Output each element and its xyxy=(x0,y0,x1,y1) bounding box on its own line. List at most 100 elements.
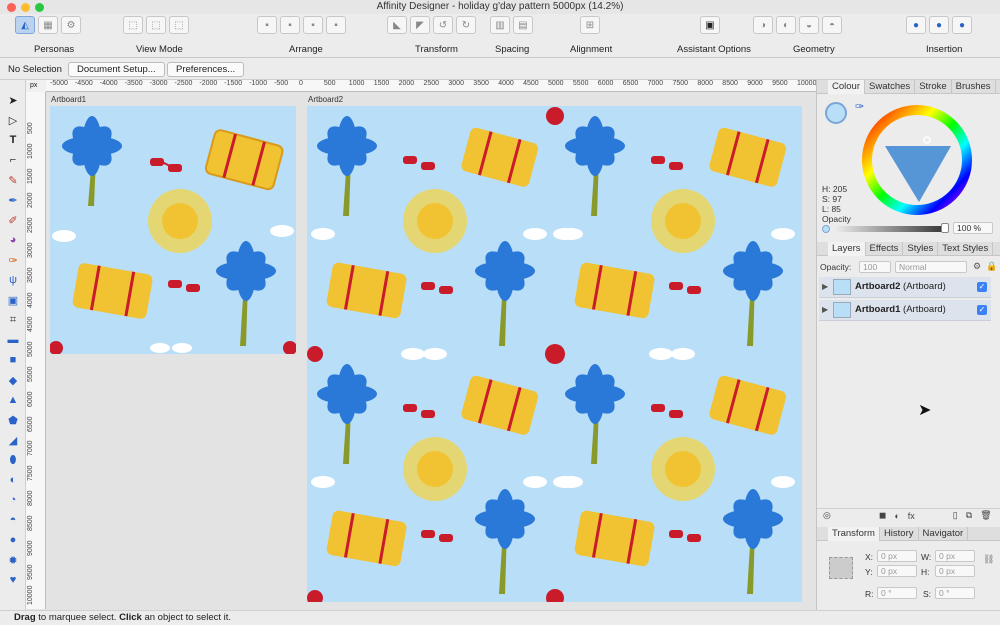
colour-wheel[interactable] xyxy=(861,104,973,216)
tab-styles[interactable]: Styles xyxy=(903,241,939,256)
corner-tool-icon[interactable]: ⌐ xyxy=(5,152,21,168)
layer-row-artboard2[interactable]: ▶ Artboard2 (Artboard) ✓ xyxy=(819,277,991,298)
transparency-tool-icon[interactable]: ψ xyxy=(5,272,21,288)
tab-brushes[interactable]: Brushes xyxy=(952,79,996,94)
insert-inside-button[interactable]: ● xyxy=(952,16,972,34)
arrange-front-button[interactable]: ▪ xyxy=(326,16,346,34)
add-pixel-layer-icon[interactable]: ◼ xyxy=(879,510,886,521)
segment-tool-icon[interactable]: ◔ xyxy=(5,492,21,508)
rotate-right-button[interactable]: ↻ xyxy=(456,16,476,34)
move-tool-icon[interactable]: ➤ xyxy=(5,92,21,108)
polygon-tool-icon[interactable]: ⬟ xyxy=(5,412,21,428)
fill-swatch[interactable] xyxy=(825,102,847,124)
zoom-tool-icon[interactable]: ▬ xyxy=(5,332,21,348)
fill-tool-icon[interactable]: ◕ xyxy=(5,232,21,248)
preferences-button[interactable]: Preferences... xyxy=(167,62,245,77)
rounded-rectangle-tool-icon[interactable]: ▲ xyxy=(5,392,21,408)
export-persona-button[interactable]: ⚙ xyxy=(61,16,81,34)
geometry-subtract-button[interactable]: ◐ xyxy=(776,16,796,34)
layer-mask-icon[interactable]: ◎ xyxy=(823,510,831,521)
color-picker-tool-icon[interactable]: ✑ xyxy=(5,252,21,268)
tab-history[interactable]: History xyxy=(880,526,919,541)
view-outline-button[interactable]: ⬚ xyxy=(169,16,189,34)
star-tool-icon[interactable]: ◢ xyxy=(5,432,21,448)
arrange-back-button[interactable]: ▪ xyxy=(257,16,277,34)
arrange-backward-button[interactable]: ▪ xyxy=(280,16,300,34)
arrow-tool-icon[interactable]: ● xyxy=(5,532,21,548)
cog-tool-icon[interactable]: ✹ xyxy=(5,552,21,568)
canvas[interactable]: Artboard1 Artboard2 xyxy=(46,92,816,609)
geometry-intersect-button[interactable]: ◒ xyxy=(799,16,819,34)
crop-tool-icon[interactable]: ⌗ xyxy=(5,312,21,328)
space-vertical-button[interactable]: ▤ xyxy=(513,16,533,34)
fx-icon[interactable]: fx xyxy=(908,511,915,521)
lock-icon[interactable]: 🔒 xyxy=(986,261,997,272)
opacity-slider[interactable] xyxy=(834,226,946,232)
artboard1[interactable] xyxy=(50,106,296,354)
close-window-button[interactable] xyxy=(7,3,16,12)
visibility-checkbox[interactable]: ✓ xyxy=(977,305,987,315)
pixel-persona-button[interactable]: ▦ xyxy=(38,16,58,34)
artboard2[interactable] xyxy=(307,106,802,602)
document-setup-button[interactable]: Document Setup... xyxy=(68,62,165,77)
y-input[interactable]: 0 px xyxy=(877,565,917,577)
layer-opacity-input[interactable]: 100 xyxy=(859,261,891,273)
insert-behind-button[interactable]: ● xyxy=(906,16,926,34)
brush-tool-icon[interactable]: ✐ xyxy=(5,212,21,228)
tab-effects[interactable]: Effects xyxy=(866,241,904,256)
minimize-window-button[interactable] xyxy=(21,3,30,12)
tab-colour[interactable]: Colour xyxy=(828,79,865,94)
ellipse-tool-icon[interactable]: ◆ xyxy=(5,372,21,388)
duplicate-layer-icon[interactable]: ⧉ xyxy=(966,510,972,521)
rotation-input[interactable]: 0 ° xyxy=(877,587,917,599)
node-tool-icon[interactable]: ▷ xyxy=(5,112,21,128)
blend-mode-select[interactable]: Normal xyxy=(895,261,967,273)
flip-vertical-button[interactable]: ◤ xyxy=(410,16,430,34)
w-input[interactable]: 0 px xyxy=(935,550,975,562)
link-icon[interactable]: ⛓ xyxy=(983,554,994,565)
crescent-tool-icon[interactable]: ◐ xyxy=(5,472,21,488)
opacity-slider-handle[interactable] xyxy=(941,223,949,233)
trash-icon[interactable]: 🗑 xyxy=(980,510,991,521)
tab-transform[interactable]: Transform xyxy=(828,526,880,541)
space-horizontal-button[interactable]: ▥ xyxy=(490,16,510,34)
expand-chevron-icon[interactable]: ▶ xyxy=(822,282,828,291)
pencil-tool-icon[interactable]: ✎ xyxy=(5,172,21,188)
geometry-add-button[interactable]: ◑ xyxy=(753,16,773,34)
anchor-selector[interactable] xyxy=(829,557,853,579)
insert-top-button[interactable]: ● xyxy=(929,16,949,34)
flip-horizontal-button[interactable]: ◣ xyxy=(387,16,407,34)
alignment-button[interactable]: ⊞ xyxy=(580,16,600,34)
square-star-tool-icon[interactable]: ◓ xyxy=(5,512,21,528)
vertical-ruler[interactable]: 500 1000 1500 2000 2500 3000 3500 4000 4500 5000 5… xyxy=(26,92,46,609)
tab-navigator[interactable]: Navigator xyxy=(919,526,969,541)
horizontal-ruler[interactable]: -5000 -4500 -4000 -3500 -3000 -2500 -2000 -1500… xyxy=(46,80,816,92)
teardrop-tool-icon[interactable]: ⬮ xyxy=(5,452,21,468)
pen-tool-icon[interactable]: ✒ xyxy=(5,192,21,208)
assistant-options-button[interactable]: ▣ xyxy=(700,16,720,34)
visibility-checkbox[interactable]: ✓ xyxy=(977,282,987,292)
gear-icon[interactable]: ⚙ xyxy=(973,261,981,272)
rectangle-tool-icon[interactable]: ■ xyxy=(5,352,21,368)
tab-layers[interactable]: Layers xyxy=(828,241,866,256)
expand-chevron-icon[interactable]: ▶ xyxy=(822,305,828,314)
add-layer-icon[interactable]: ▯ xyxy=(953,510,958,521)
shear-input[interactable]: 0 ° xyxy=(935,587,975,599)
opacity-input[interactable]: 100 % xyxy=(953,222,993,234)
adjustments-icon[interactable]: ◐ xyxy=(894,511,899,521)
x-input[interactable]: 0 px xyxy=(877,550,917,562)
heart-tool-icon[interactable]: ♥ xyxy=(5,572,21,588)
designer-persona-button[interactable]: ◭ xyxy=(15,16,35,34)
rotate-left-button[interactable]: ↺ xyxy=(433,16,453,34)
tab-text-styles[interactable]: Text Styles xyxy=(938,241,994,256)
zoom-window-button[interactable] xyxy=(35,3,44,12)
view-retina-button[interactable]: ⬚ xyxy=(146,16,166,34)
layer-row-artboard1[interactable]: ▶ Artboard1 (Artboard) ✓ xyxy=(819,300,991,321)
view-pixels-button[interactable]: ⬚ xyxy=(123,16,143,34)
geometry-xor-button[interactable]: ◓ xyxy=(822,16,842,34)
place-image-tool-icon[interactable]: ▣ xyxy=(5,292,21,308)
h-input[interactable]: 0 px xyxy=(935,565,975,577)
tab-swatches[interactable]: Swatches xyxy=(865,79,916,94)
arrange-forward-button[interactable]: ▪ xyxy=(303,16,323,34)
text-tool-icon[interactable]: T xyxy=(5,132,21,148)
